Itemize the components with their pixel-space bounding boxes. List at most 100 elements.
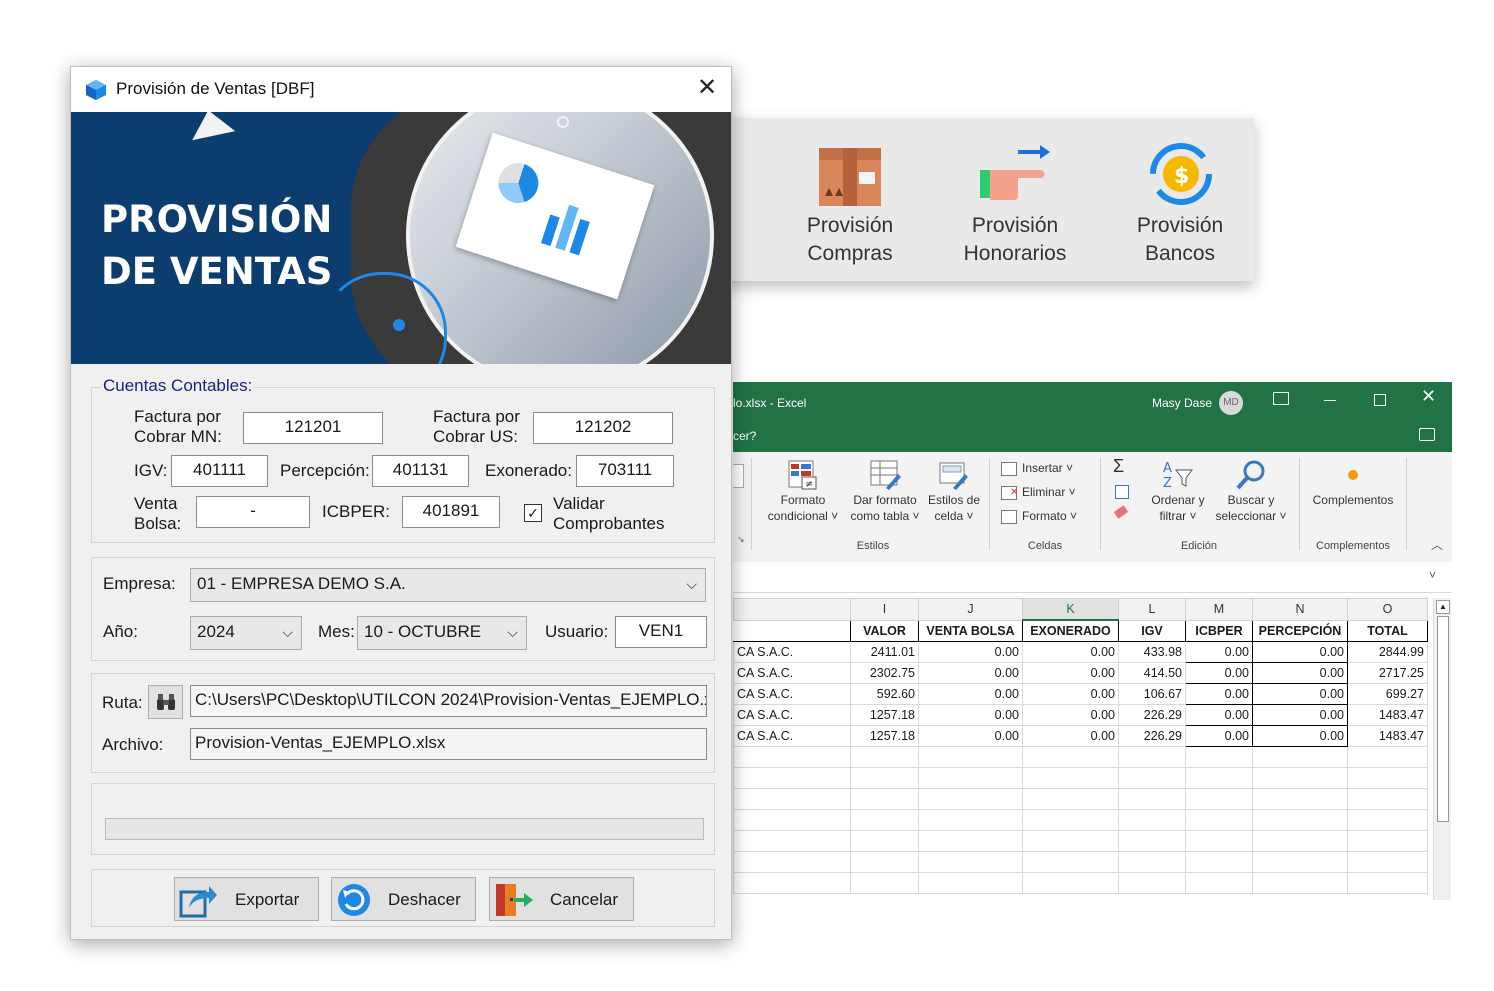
- table-cell[interactable]: 1257.18: [850, 725, 919, 747]
- table-header-cell[interactable]: VALOR: [850, 619, 919, 642]
- table-header-cell[interactable]: ICBPER: [1185, 619, 1253, 642]
- column-header-selected[interactable]: K: [1022, 598, 1119, 621]
- table-cell[interactable]: 2411.01: [850, 641, 919, 663]
- table-header-cell[interactable]: VENTA BOLSA: [918, 619, 1023, 642]
- table-header-cell[interactable]: PERCEPCIÓN: [1252, 619, 1348, 642]
- partial-dropdown[interactable]: [733, 464, 744, 488]
- formula-bar[interactable]: ˅: [733, 562, 1452, 593]
- table-cell[interactable]: 0.00: [1252, 683, 1348, 705]
- table-cell[interactable]: CA S.A.C.: [733, 725, 851, 747]
- table-cell[interactable]: 0.00: [1185, 725, 1253, 747]
- table-cell[interactable]: 106.67: [1118, 683, 1186, 705]
- table-cell[interactable]: 1483.47: [1347, 704, 1428, 726]
- excel-close-icon[interactable]: ✕: [1421, 386, 1436, 407]
- column-header[interactable]: O: [1347, 598, 1428, 621]
- scrollbar-thumb[interactable]: [1437, 616, 1449, 822]
- table-header-cell[interactable]: IGV: [1118, 619, 1186, 642]
- find-select-button[interactable]: Buscar y seleccionar ˅: [1209, 458, 1293, 524]
- table-cell[interactable]: 0.00: [918, 641, 1023, 663]
- usuario-input[interactable]: VEN1: [615, 616, 707, 648]
- table-cell[interactable]: 0.00: [918, 662, 1023, 684]
- factura-us-input[interactable]: 121202: [533, 412, 673, 444]
- sheet-table[interactable]: I J K L M N O VALOR VENTA BOLSA EXONERAD…: [733, 598, 1428, 894]
- worksheet-grid[interactable]: I J K L M N O VALOR VENTA BOLSA EXONERAD…: [733, 598, 1433, 900]
- table-cell[interactable]: 0.00: [1185, 704, 1253, 726]
- exportar-button[interactable]: Exportar: [174, 877, 319, 921]
- table-cell[interactable]: CA S.A.C.: [733, 683, 851, 705]
- dialog-close-icon[interactable]: ✕: [697, 73, 717, 102]
- column-header[interactable]: M: [1185, 598, 1253, 621]
- table-cell[interactable]: 0.00: [918, 725, 1023, 747]
- table-header-cell[interactable]: TOTAL: [1347, 619, 1428, 642]
- table-cell[interactable]: 1257.18: [850, 704, 919, 726]
- comments-icon[interactable]: [1419, 428, 1435, 441]
- mes-dropdown[interactable]: 10 - OCTUBRE ⌵: [357, 616, 527, 650]
- column-header[interactable]: J: [918, 598, 1023, 621]
- autosum-icon[interactable]: Σ: [1113, 456, 1124, 477]
- table-header-cell[interactable]: [733, 620, 851, 642]
- table-cell[interactable]: 433.98: [1118, 641, 1186, 663]
- excel-user-name[interactable]: Masy Dase: [1152, 396, 1212, 410]
- maximize-icon[interactable]: [1374, 394, 1386, 406]
- excel-user-avatar[interactable]: MD: [1219, 391, 1243, 415]
- insert-cells-button[interactable]: Insertar ˅: [1001, 460, 1091, 480]
- factura-mn-input[interactable]: 121201: [243, 412, 383, 444]
- table-cell[interactable]: 2302.75: [850, 662, 919, 684]
- table-cell[interactable]: 0.00: [918, 704, 1023, 726]
- archivo-input[interactable]: Provision-Ventas_EJEMPLO.xlsx: [190, 728, 707, 760]
- table-header-cell[interactable]: EXONERADO: [1022, 619, 1119, 642]
- table-cell[interactable]: 0.00: [1022, 662, 1119, 684]
- empresa-dropdown[interactable]: 01 - EMPRESA DEMO S.A. ⌵: [190, 568, 706, 602]
- fill-icon[interactable]: [1115, 485, 1129, 499]
- provision-bancos-button[interactable]: $ Provisión Bancos: [1105, 118, 1255, 281]
- column-header[interactable]: [733, 598, 851, 621]
- table-cell[interactable]: 0.00: [1022, 641, 1119, 663]
- icbper-input[interactable]: 401891: [402, 496, 500, 528]
- table-cell[interactable]: 0.00: [1185, 641, 1253, 663]
- table-cell[interactable]: CA S.A.C.: [733, 662, 851, 684]
- table-cell[interactable]: CA S.A.C.: [733, 704, 851, 726]
- table-cell[interactable]: 226.29: [1118, 704, 1186, 726]
- table-cell[interactable]: 592.60: [850, 683, 919, 705]
- ruta-input[interactable]: C:\Users\PC\Desktop\UTILCON 2024\Provisi…: [190, 685, 707, 717]
- anio-dropdown[interactable]: 2024 ⌵: [190, 616, 302, 650]
- igv-input[interactable]: 401111: [171, 455, 268, 487]
- table-cell[interactable]: 414.50: [1118, 662, 1186, 684]
- venta-bolsa-input[interactable]: -: [196, 496, 310, 528]
- delete-cells-button[interactable]: ✕ Eliminar ˅: [1001, 484, 1091, 504]
- table-cell[interactable]: 0.00: [1185, 662, 1253, 684]
- validar-checkbox[interactable]: ✓: [524, 504, 542, 522]
- collapse-ribbon-icon[interactable]: ︿: [1431, 536, 1443, 553]
- table-cell[interactable]: 0.00: [1252, 641, 1348, 663]
- ribbon-display-options-icon[interactable]: [1273, 392, 1289, 405]
- sort-filter-button[interactable]: A Z Ordenar y filtrar ˅: [1147, 458, 1209, 524]
- table-cell[interactable]: 1483.47: [1347, 725, 1428, 747]
- format-cells-button[interactable]: Formato ˅: [1001, 508, 1091, 528]
- conditional-format-button[interactable]: ≠ Formato condicional ˅: [761, 458, 845, 524]
- column-header[interactable]: L: [1118, 598, 1186, 621]
- table-cell[interactable]: 699.27: [1347, 683, 1428, 705]
- browse-folder-button[interactable]: [148, 685, 183, 719]
- scroll-up-arrow-icon[interactable]: ▲: [1436, 600, 1450, 614]
- table-cell[interactable]: 0.00: [1022, 704, 1119, 726]
- table-cell[interactable]: 2717.25: [1347, 662, 1428, 684]
- table-cell[interactable]: 0.00: [1022, 683, 1119, 705]
- column-header[interactable]: N: [1252, 598, 1348, 621]
- table-cell[interactable]: 2844.99: [1347, 641, 1428, 663]
- table-cell[interactable]: CA S.A.C.: [733, 641, 851, 663]
- minimize-icon[interactable]: [1324, 400, 1336, 401]
- vertical-scrollbar[interactable]: ▲: [1433, 598, 1451, 900]
- table-cell[interactable]: 0.00: [1252, 662, 1348, 684]
- addins-button[interactable]: Complementos: [1305, 458, 1401, 508]
- dialog-launcher-icon[interactable]: ↘: [737, 534, 745, 545]
- table-cell[interactable]: 0.00: [918, 683, 1023, 705]
- table-cell[interactable]: 0.00: [1252, 704, 1348, 726]
- percepcion-input[interactable]: 401131: [372, 455, 469, 487]
- provision-honorarios-button[interactable]: Provisión Honorarios: [940, 118, 1090, 281]
- cancelar-button[interactable]: Cancelar: [489, 877, 634, 921]
- deshacer-button[interactable]: Deshacer: [331, 877, 476, 921]
- table-cell[interactable]: 0.00: [1252, 725, 1348, 747]
- clear-icon[interactable]: [1113, 505, 1129, 519]
- cell-styles-button[interactable]: Estilos de celda ˅: [923, 458, 985, 524]
- column-header[interactable]: I: [850, 598, 919, 621]
